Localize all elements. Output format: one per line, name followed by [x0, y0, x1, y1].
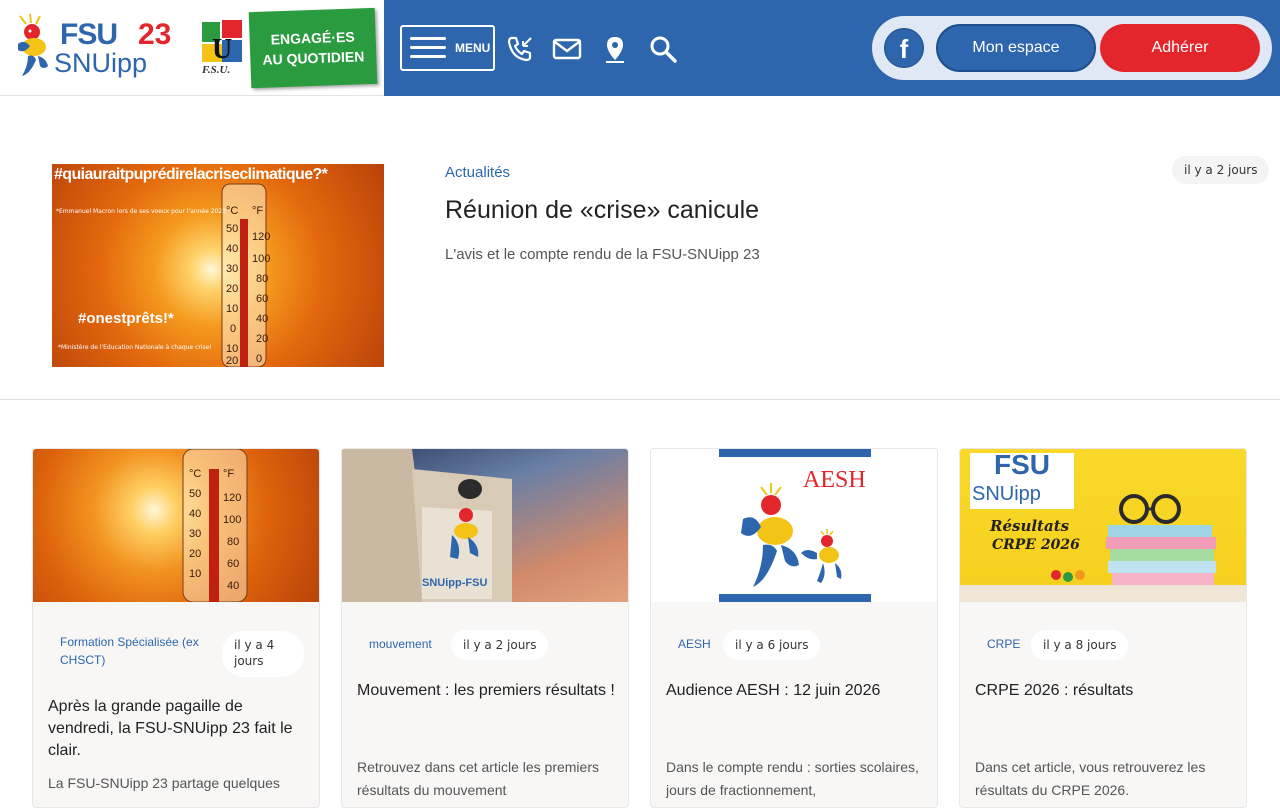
section-divider — [0, 399, 1280, 400]
card-category-link[interactable]: AESH — [678, 635, 711, 653]
article-card[interactable]: FSU SNUipp Résultats CRPE 2026 CRPE il y… — [959, 448, 1247, 808]
svg-text:20: 20 — [189, 548, 201, 560]
svg-text:60: 60 — [227, 558, 239, 570]
facebook-button[interactable]: f — [884, 28, 924, 68]
mascot-icon — [18, 14, 48, 76]
fsu-wordmark: FSU — [60, 18, 118, 51]
card-date-badge: il y a 8 jours — [1031, 630, 1129, 660]
svg-text:20: 20 — [256, 333, 268, 345]
svg-text:100: 100 — [223, 514, 241, 526]
svg-text:60: 60 — [256, 293, 268, 305]
featured-subtitle: L'avis et le compte rendu de la FSU-SNUi… — [445, 246, 760, 263]
svg-text:U: U — [212, 34, 232, 65]
card-image-snuipp: SNUipp — [972, 483, 1041, 505]
card-image[interactable]: °C °F 50 120 40 100 30 80 20 60 10 40 — [33, 449, 319, 602]
card-image-line2: CRPE 2026 — [992, 537, 1080, 553]
featured-footnote: *Ministère de l'Education Nationale à ch… — [58, 344, 212, 351]
mon-espace-button[interactable]: Mon espace — [936, 24, 1096, 72]
svg-text:40: 40 — [227, 580, 239, 592]
svg-text:°F: °F — [252, 205, 263, 217]
article-card[interactable]: °C °F 50 120 40 100 30 80 20 60 10 40 Formatio… — [32, 448, 320, 808]
svg-text:40: 40 — [256, 313, 268, 325]
card-image-label: SNUipp-FSU — [422, 577, 488, 589]
engage-line-2: AU QUOTIDIEN — [262, 48, 365, 68]
menu-button[interactable]: MENU — [400, 25, 495, 71]
card-category-link[interactable]: CRPE — [987, 635, 1020, 653]
card-title[interactable]: Après la grande pagaille de vendredi, la… — [48, 696, 308, 762]
card-image[interactable]: FSU SNUipp Résultats CRPE 2026 — [960, 449, 1246, 602]
article-card[interactable]: AESH AESH il y a 6 jours Audience AESH :… — [650, 448, 938, 808]
featured-hashtag-top: #quiauraitpuprédirelacriseclimatique?* — [54, 166, 328, 183]
menu-label: MENU — [455, 41, 491, 55]
thermometer-illustration: °C °F 50 120 40 100 30 80 20 60 10 40 — [182, 449, 248, 602]
card-date-badge: il y a 4 jours — [222, 631, 304, 677]
card-description: Dans cet article, vous retrouverez les r… — [975, 759, 1206, 798]
svg-text:0: 0 — [230, 323, 236, 335]
svg-text:40: 40 — [189, 508, 201, 520]
thermometer-illustration: °C °F 50120 40100 3080 2060 1040 020 100 … — [221, 183, 270, 367]
card-image-fsu: FSU — [994, 449, 1050, 480]
svg-text:80: 80 — [227, 536, 239, 548]
svg-text:°F: °F — [223, 468, 234, 480]
facebook-icon: f — [899, 33, 909, 64]
svg-text:120: 120 — [223, 492, 241, 504]
svg-text:120: 120 — [252, 231, 270, 243]
card-image[interactable]: SNUipp-FSU — [342, 449, 628, 602]
svg-text:40: 40 — [226, 243, 238, 255]
svg-text:10: 10 — [226, 303, 238, 315]
featured-date-badge: il y a 2 jours — [1172, 156, 1270, 184]
svg-text:30: 30 — [189, 528, 201, 540]
card-title[interactable]: Mouvement : les premiers résultats ! — [357, 680, 617, 702]
featured-title[interactable]: Réunion de «crise» canicule — [445, 196, 759, 225]
site-header: FSU 23 SNUipp U F.S.U. ENGAGÉ·ES AU QUOT… — [0, 0, 1280, 96]
featured-hashtag-bottom: #onestprêts!* — [78, 310, 174, 327]
svg-text:20: 20 — [226, 283, 238, 295]
card-title[interactable]: CRPE 2026 : résultats — [975, 680, 1235, 702]
search-icon[interactable] — [648, 34, 678, 64]
card-category-link[interactable]: Formation Spécialisée (ex CHSCT) — [60, 633, 210, 669]
fsu-union-label: F.S.U. — [202, 64, 231, 76]
svg-text:100: 100 — [252, 253, 270, 265]
aesh-illustration — [719, 449, 871, 602]
svg-text:80: 80 — [256, 273, 268, 285]
svg-text:50: 50 — [226, 223, 238, 235]
svg-text:10: 10 — [189, 568, 201, 580]
card-category-link[interactable]: mouvement — [369, 635, 432, 653]
logo-area: FSU 23 SNUipp U F.S.U. ENGAGÉ·ES AU QUOT… — [0, 0, 384, 96]
card-image-label: AESH — [803, 467, 866, 493]
svg-text:10: 10 — [226, 343, 238, 355]
card-image-line1: Résultats — [990, 517, 1070, 535]
featured-quote: *Emmanuel Macron lors de ses voeux pour … — [56, 208, 226, 215]
card-description: Dans le compte rendu : sorties scolaires… — [666, 759, 919, 798]
card-image[interactable]: AESH — [651, 449, 937, 602]
adherer-button[interactable]: Adhérer — [1100, 24, 1260, 72]
svg-text:°C: °C — [189, 468, 201, 480]
featured-category-link[interactable]: Actualités — [445, 164, 510, 181]
mail-icon[interactable] — [552, 34, 582, 64]
svg-text:°C: °C — [226, 205, 238, 217]
fsu-snuipp-logo[interactable]: FSU 23 SNUipp — [14, 14, 182, 80]
hamburger-icon — [410, 35, 446, 61]
engage-badge: ENGAGÉ·ES AU QUOTIDIEN — [248, 7, 378, 89]
snuipp-wordmark: SNUipp — [54, 48, 148, 78]
article-card[interactable]: SNUipp-FSU mouvement il y a 2 jours Mouv… — [341, 448, 629, 808]
card-title[interactable]: Audience AESH : 12 juin 2026 — [666, 680, 926, 702]
location-icon[interactable] — [600, 34, 630, 64]
featured-image[interactable]: °C °F 50 120 40 100 30 80 20 60 10 40 0 20 10 0 … — [52, 164, 384, 367]
department-number: 23 — [138, 18, 172, 51]
phone-icon[interactable] — [505, 34, 535, 64]
svg-text:30: 30 — [226, 263, 238, 275]
svg-text:0: 0 — [256, 353, 262, 365]
svg-text:20: 20 — [226, 355, 238, 367]
card-description: Retrouvez dans cet article les premiers … — [357, 759, 599, 798]
card-date-badge: il y a 2 jours — [451, 630, 549, 660]
card-description: La FSU-SNUipp 23 partage quelques — [48, 775, 280, 791]
svg-text:50: 50 — [189, 488, 201, 500]
card-date-badge: il y a 6 jours — [723, 630, 821, 660]
